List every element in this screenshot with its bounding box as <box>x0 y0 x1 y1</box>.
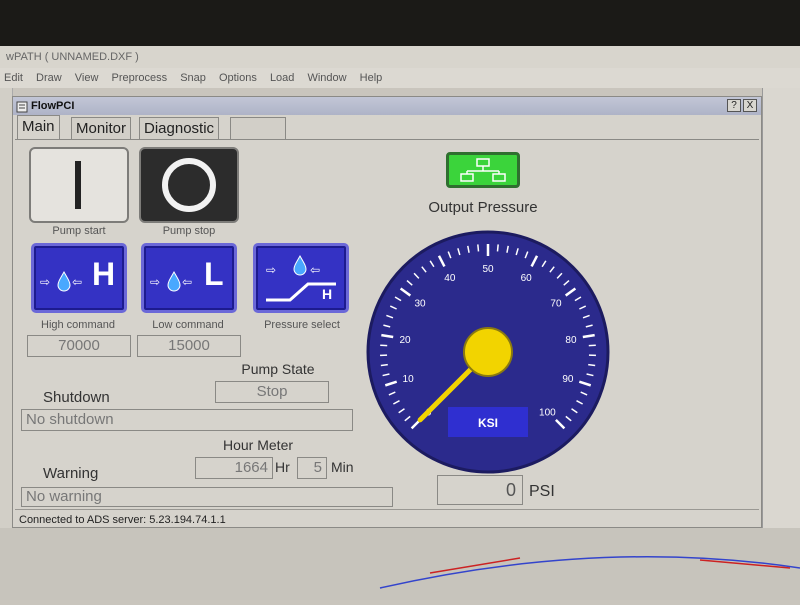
shutdown-label: Shutdown <box>43 389 110 406</box>
dialog-title: FlowPCI <box>31 100 74 112</box>
svg-text:⇨: ⇨ <box>40 275 50 289</box>
menu-item-view[interactable]: View <box>75 72 99 84</box>
hour-meter-minutes: 5 <box>297 457 327 479</box>
minor-tick <box>498 244 499 251</box>
pump-start-label: Pump start <box>29 225 129 237</box>
tab-main[interactable]: Main <box>17 115 60 139</box>
tick-label: 10 <box>403 374 415 385</box>
tab-blank[interactable] <box>230 117 286 139</box>
tick-label: 20 <box>399 335 411 346</box>
gauge-hub <box>464 328 512 376</box>
tick-label: 90 <box>562 374 574 385</box>
menu-item-snap[interactable]: Snap <box>180 72 206 84</box>
warning-label: Warning <box>43 465 98 482</box>
dialog-title-bar: FlowPCI <box>13 97 761 115</box>
tick-label: 40 <box>444 273 456 284</box>
gauge-unit: KSI <box>478 416 498 430</box>
hour-meter-label: Hour Meter <box>223 437 293 453</box>
flowpci-dialog: FlowPCI ? X Main Monitor Diagnostic Pump… <box>12 96 762 528</box>
menu-item-draw[interactable]: Draw <box>36 72 62 84</box>
low-command-value[interactable]: 15000 <box>137 335 241 357</box>
power-ring-icon <box>141 149 237 221</box>
status-bar: Connected to ADS server: 5.23.194.74.1.1 <box>15 509 759 525</box>
hours-unit: Hr <box>275 459 290 475</box>
warning-value: No warning <box>21 487 393 507</box>
tick-label: 60 <box>521 273 533 284</box>
low-letter: L <box>204 256 224 293</box>
pump-start-button[interactable] <box>29 147 129 223</box>
ramp-icon: ⇨ ⇦ <box>256 246 346 310</box>
output-pressure-label: Output Pressure <box>413 199 553 216</box>
low-command-button[interactable]: ⇨ ⇦ L <box>141 243 237 313</box>
parent-menu-bar: Edit Draw View Preprocess Snap Options L… <box>0 68 800 88</box>
tick-label: 100 <box>539 407 556 418</box>
tick-label: 80 <box>565 335 577 346</box>
pump-stop-label: Pump stop <box>139 225 239 237</box>
tick-label: 70 <box>550 299 562 310</box>
right-panel <box>762 88 800 528</box>
high-command-value[interactable]: 70000 <box>27 335 131 357</box>
pump-state-value: Stop <box>215 381 329 403</box>
monitor-bezel <box>0 0 800 46</box>
svg-text:⇨: ⇨ <box>150 275 160 289</box>
network-icon[interactable] <box>446 152 520 188</box>
tab-diagnostic[interactable]: Diagnostic <box>139 117 219 139</box>
pump-stop-button[interactable] <box>139 147 239 223</box>
drawing-arc <box>0 528 800 600</box>
pressure-select-label: Pressure select <box>247 319 357 331</box>
menu-item-load[interactable]: Load <box>270 72 294 84</box>
svg-text:⇦: ⇦ <box>310 263 320 277</box>
high-command-label: High command <box>25 319 131 331</box>
menu-item-edit[interactable]: Edit <box>4 72 23 84</box>
svg-text:⇦: ⇦ <box>182 275 192 289</box>
svg-text:⇨: ⇨ <box>266 263 276 277</box>
minor-tick <box>381 365 388 366</box>
tab-divider <box>15 139 759 140</box>
low-command-label: Low command <box>135 319 241 331</box>
minutes-unit: Min <box>331 459 354 475</box>
close-button[interactable]: X <box>743 99 757 112</box>
hour-meter-hours: 1664 <box>195 457 273 479</box>
select-letter: H <box>322 286 332 302</box>
pump-state-label: Pump State <box>223 361 333 377</box>
menu-item-window[interactable]: Window <box>307 72 346 84</box>
svg-text:⇦: ⇦ <box>72 275 82 289</box>
tick-label: 30 <box>414 299 426 310</box>
shutdown-value: No shutdown <box>21 409 353 431</box>
pressure-gauge: 0102030405060708090100 KSI <box>363 227 613 477</box>
minor-tick <box>478 244 479 251</box>
high-command-button[interactable]: ⇨ ⇦ H <box>31 243 127 313</box>
minor-tick <box>588 365 595 366</box>
help-button[interactable]: ? <box>727 99 741 112</box>
menu-item-preprocess[interactable]: Preprocess <box>111 72 167 84</box>
menu-item-help[interactable]: Help <box>360 72 383 84</box>
parent-window-title: wPATH ( UNNAMED.DXF ) <box>0 46 800 68</box>
tick-label: 50 <box>482 264 494 275</box>
power-line-icon <box>31 149 127 221</box>
drawing-area[interactable] <box>0 528 800 600</box>
status-text: Connected to ADS server: 5.23.194.74.1.1 <box>15 514 226 526</box>
menu-item-options[interactable]: Options <box>219 72 257 84</box>
pressure-select-button[interactable]: ⇨ ⇦ H <box>253 243 349 313</box>
app-icon <box>16 100 28 112</box>
tab-monitor[interactable]: Monitor <box>71 117 131 139</box>
psi-unit: PSI <box>529 483 555 501</box>
high-letter: H <box>92 256 115 293</box>
psi-readout: 0 <box>437 475 523 505</box>
